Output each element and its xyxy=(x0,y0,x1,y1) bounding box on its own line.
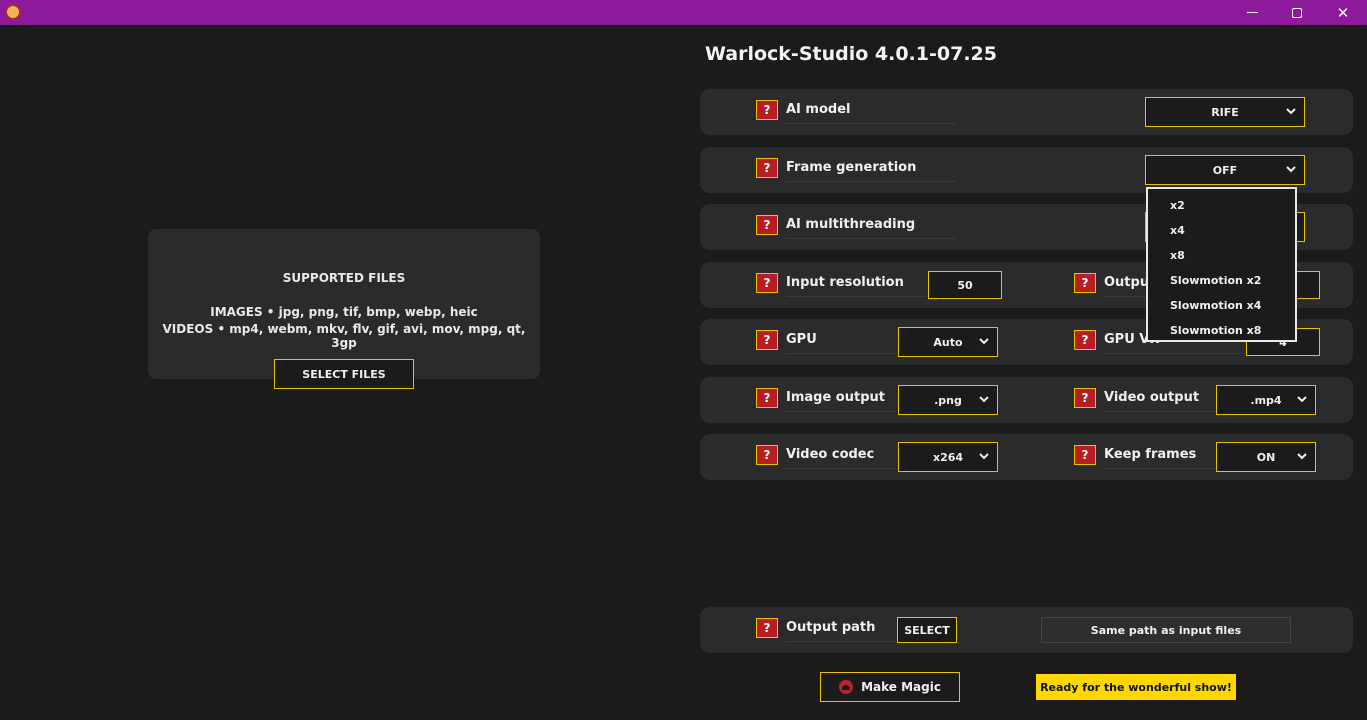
input-resolution-label: Input resolution xyxy=(786,275,926,297)
question-icon: ? xyxy=(763,103,771,117)
gpu-help-button[interactable]: ? xyxy=(756,330,778,350)
question-icon: ? xyxy=(763,621,771,635)
image-output-label: Image output xyxy=(786,390,896,412)
keep-frames-dropdown[interactable]: ON xyxy=(1216,442,1316,472)
menu-item-slowmotion-x2[interactable]: Slowmotion x2 xyxy=(1148,268,1295,293)
title-bar: ✕ xyxy=(0,0,1367,25)
supported-images-text: IMAGES • jpg, png, tif, bmp, webp, heic xyxy=(210,305,478,319)
video-output-dropdown[interactable]: .mp4 xyxy=(1216,385,1316,415)
frame-generation-help-button[interactable]: ? xyxy=(756,158,778,178)
video-output-help-button[interactable]: ? xyxy=(1074,388,1096,408)
close-button[interactable]: ✕ xyxy=(1320,0,1366,25)
image-output-dropdown[interactable]: .png xyxy=(898,385,998,415)
question-icon: ? xyxy=(1081,391,1089,405)
frame-generation-value: OFF xyxy=(1212,163,1238,177)
supported-videos-text: VIDEOS • mp4, webm, mkv, flv, gif, avi, … xyxy=(162,322,526,350)
question-icon: ? xyxy=(763,391,771,405)
magic-logo-icon xyxy=(839,680,854,694)
menu-item-x8[interactable]: x8 xyxy=(1148,243,1295,268)
video-codec-help-button[interactable]: ? xyxy=(756,445,778,465)
question-icon: ? xyxy=(763,276,771,290)
frame-generation-label: Frame generation xyxy=(786,160,956,182)
gpu-dropdown[interactable]: Auto xyxy=(898,327,998,357)
menu-item-x2[interactable]: x2 xyxy=(1148,193,1295,218)
chevron-down-icon xyxy=(1286,166,1296,173)
question-icon: ? xyxy=(763,333,771,347)
close-icon: ✕ xyxy=(1336,3,1350,22)
menu-item-x4[interactable]: x4 xyxy=(1148,218,1295,243)
gpu-vram-help-button[interactable]: ? xyxy=(1074,330,1096,350)
ai-multithreading-help-button[interactable]: ? xyxy=(756,215,778,235)
video-output-label: Video output xyxy=(1104,390,1214,412)
chevron-down-icon xyxy=(1297,453,1307,460)
chevron-down-icon xyxy=(979,453,989,460)
video-codec-label: Video codec xyxy=(786,447,896,469)
chevron-down-icon xyxy=(979,338,989,345)
maximize-button[interactable] xyxy=(1274,0,1320,25)
frame-generation-menu: x2 x4 x8 Slowmotion x2 Slowmotion x4 Slo… xyxy=(1146,187,1297,342)
ai-model-value: RIFE xyxy=(1211,105,1239,119)
video-codec-dropdown[interactable]: x264 xyxy=(898,442,998,472)
question-icon: ? xyxy=(1081,448,1089,462)
output-resolution-help-button[interactable]: ? xyxy=(1074,273,1096,293)
question-icon: ? xyxy=(763,448,771,462)
output-path-select-button[interactable]: SELECT xyxy=(897,617,957,643)
status-badge: Ready for the wonderful show! xyxy=(1036,674,1236,700)
app-logo-icon xyxy=(5,4,21,20)
output-path-help-button[interactable]: ? xyxy=(756,618,778,638)
menu-item-slowmotion-x8[interactable]: Slowmotion x8 xyxy=(1148,318,1295,343)
maximize-icon xyxy=(1292,7,1302,18)
question-icon: ? xyxy=(763,218,771,232)
input-resolution-help-button[interactable]: ? xyxy=(756,273,778,293)
question-icon: ? xyxy=(763,161,771,175)
question-icon: ? xyxy=(1081,276,1089,290)
ai-model-label: AI model xyxy=(786,102,956,124)
output-path-label: Output path xyxy=(786,620,896,642)
ai-multithreading-label: AI multithreading xyxy=(786,217,956,239)
keep-frames-label: Keep frames xyxy=(1104,447,1214,469)
question-icon: ? xyxy=(1081,333,1089,347)
chevron-down-icon xyxy=(979,396,989,403)
menu-item-slowmotion-x4[interactable]: Slowmotion x4 xyxy=(1148,293,1295,318)
make-magic-button[interactable]: Make Magic xyxy=(820,672,960,702)
ai-model-dropdown[interactable]: RIFE xyxy=(1145,97,1305,127)
output-path-display: Same path as input files xyxy=(1041,617,1291,643)
chevron-down-icon xyxy=(1286,108,1296,115)
app-title: Warlock-Studio 4.0.1-07.25 xyxy=(705,43,997,65)
chevron-down-icon xyxy=(1297,396,1307,403)
supported-files-title: SUPPORTED FILES xyxy=(282,271,406,285)
frame-generation-dropdown[interactable]: OFF xyxy=(1145,155,1305,185)
ai-model-help-button[interactable]: ? xyxy=(756,100,778,120)
file-drop-panel[interactable]: SUPPORTED FILES IMAGES • jpg, png, tif, … xyxy=(148,229,540,389)
minimize-button[interactable] xyxy=(1229,0,1275,25)
keep-frames-help-button[interactable]: ? xyxy=(1074,445,1096,465)
make-magic-label: Make Magic xyxy=(861,680,941,694)
minimize-icon xyxy=(1246,11,1258,14)
input-resolution-input[interactable]: 50 xyxy=(928,271,1002,299)
gpu-label: GPU xyxy=(786,332,896,354)
image-output-help-button[interactable]: ? xyxy=(756,388,778,408)
select-files-button[interactable]: SELECT FILES xyxy=(274,359,414,389)
